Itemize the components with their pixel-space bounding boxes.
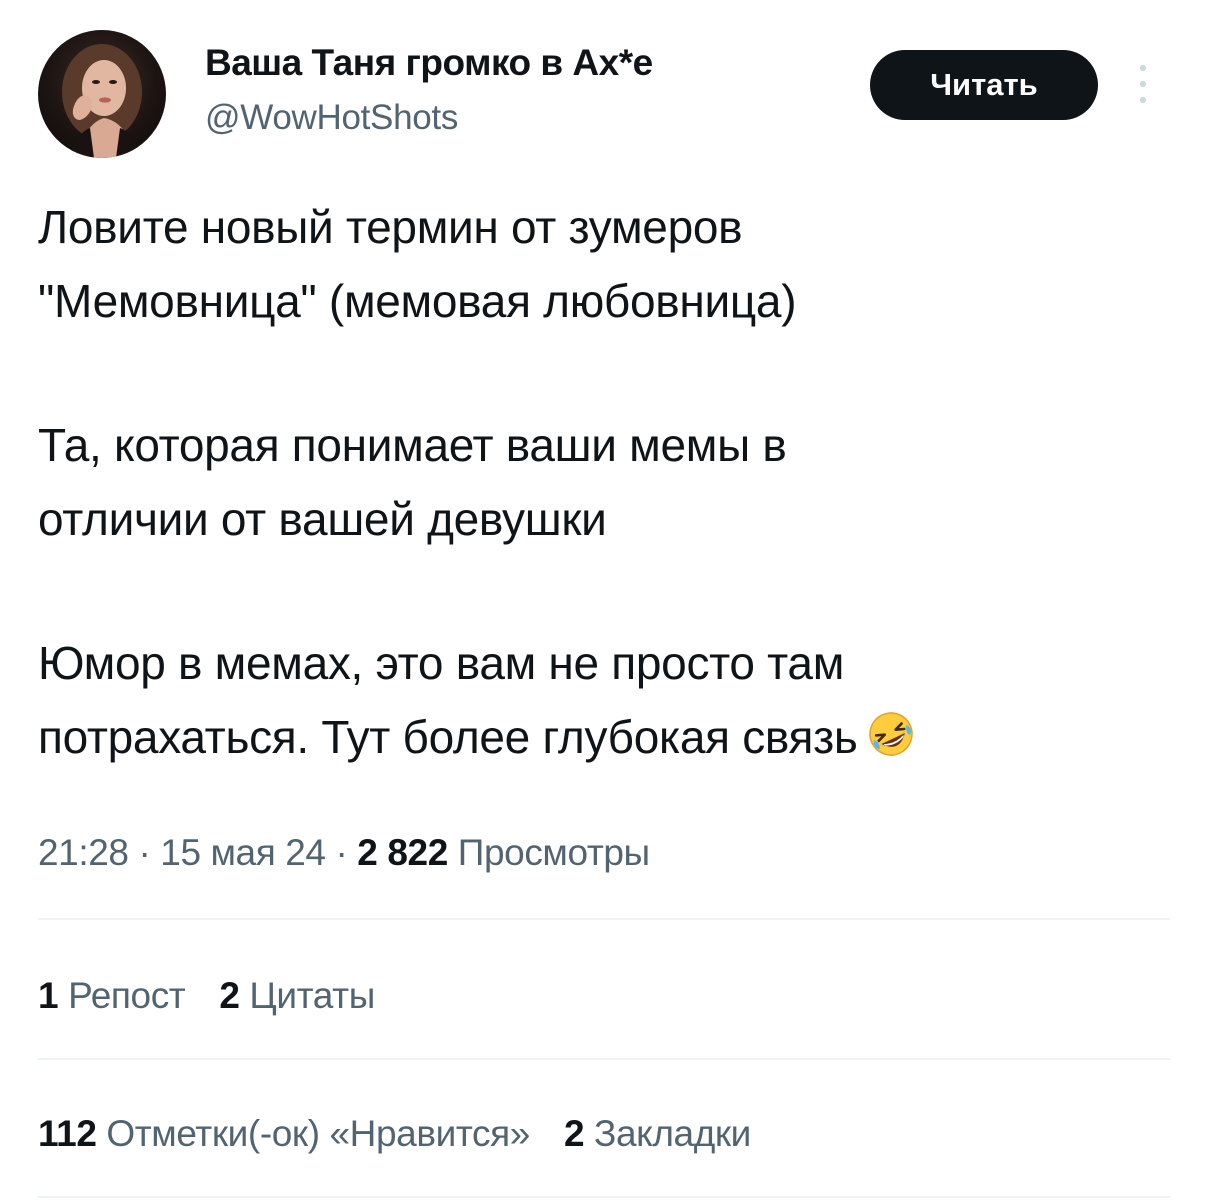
tweet-line: Юмор в мемах, это вам не просто там (38, 637, 845, 689)
meta-separator: · (128, 832, 161, 873)
tweet-line: "Мемовница" (мемовая любовница) (38, 275, 797, 327)
author-name[interactable]: Ваша Таня громко в Ах*е (205, 42, 653, 84)
author-avatar[interactable] (38, 30, 166, 158)
tweet-time[interactable]: 21:28 (38, 832, 129, 873)
tweet-line: Ловите новый термин от зумеров (38, 201, 743, 253)
bookmarks-count: 2 (563, 1113, 585, 1154)
views-count: 2 822 (357, 832, 448, 873)
likes-label: Отметки(-ок) «Нравится» (96, 1113, 530, 1154)
reposts-count: 1 (38, 975, 59, 1016)
more-options-button[interactable] (1128, 56, 1158, 112)
reposts-stat[interactable]: 1 Репост (38, 975, 186, 1016)
tweet-date[interactable]: 15 мая 24 (160, 832, 326, 873)
author-handle[interactable]: @WowHotShots (205, 98, 458, 138)
divider (38, 1196, 1170, 1198)
quotes-stat[interactable]: 2 Цитаты (219, 975, 375, 1016)
quotes-label: Цитаты (239, 975, 375, 1016)
tweet-line: Та, которая понимает ваши мемы в (38, 419, 787, 471)
avatar-photo-icon (62, 44, 142, 158)
follow-button[interactable]: Читать (870, 50, 1098, 120)
quotes-count: 2 (219, 975, 240, 1016)
likes-stat[interactable]: 112 Отметки(-ок) «Нравится» (38, 1113, 530, 1154)
bookmarks-label: Закладки (584, 1113, 751, 1154)
likes-bookmarks-row: 112 Отметки(-ок) «Нравится» 2 Закладки (38, 1113, 785, 1155)
meta-separator: · (325, 832, 358, 873)
tweet-text: Ловите новый термин от зумеров "Мемовниц… (38, 190, 1168, 780)
tweet-line-last: потрахаться. Тут более глубокая связь (38, 700, 1168, 780)
divider (38, 918, 1170, 920)
tweet-line: отличии от вашей девушки (38, 493, 607, 545)
vertical-ellipsis-icon (1139, 64, 1147, 104)
likes-count: 112 (38, 1113, 97, 1154)
tweet-card: Ваша Таня громко в Ах*е @WowHotShots Чит… (0, 0, 1208, 1200)
reposts-label: Репост (58, 975, 186, 1016)
tweet-meta: 21:28 · 15 мая 24 · 2 822 Просмотры (38, 832, 650, 874)
divider (38, 1058, 1170, 1060)
bookmarks-stat[interactable]: 2 Закладки (564, 1113, 751, 1154)
reposts-quotes-row: 1 Репост 2 Цитаты (38, 975, 409, 1017)
tweet-line: потрахаться. Тут более глубокая связь (38, 711, 858, 763)
rolling-on-floor-laughing-emoji-icon (866, 706, 916, 780)
views-label: Просмотры (447, 832, 650, 873)
